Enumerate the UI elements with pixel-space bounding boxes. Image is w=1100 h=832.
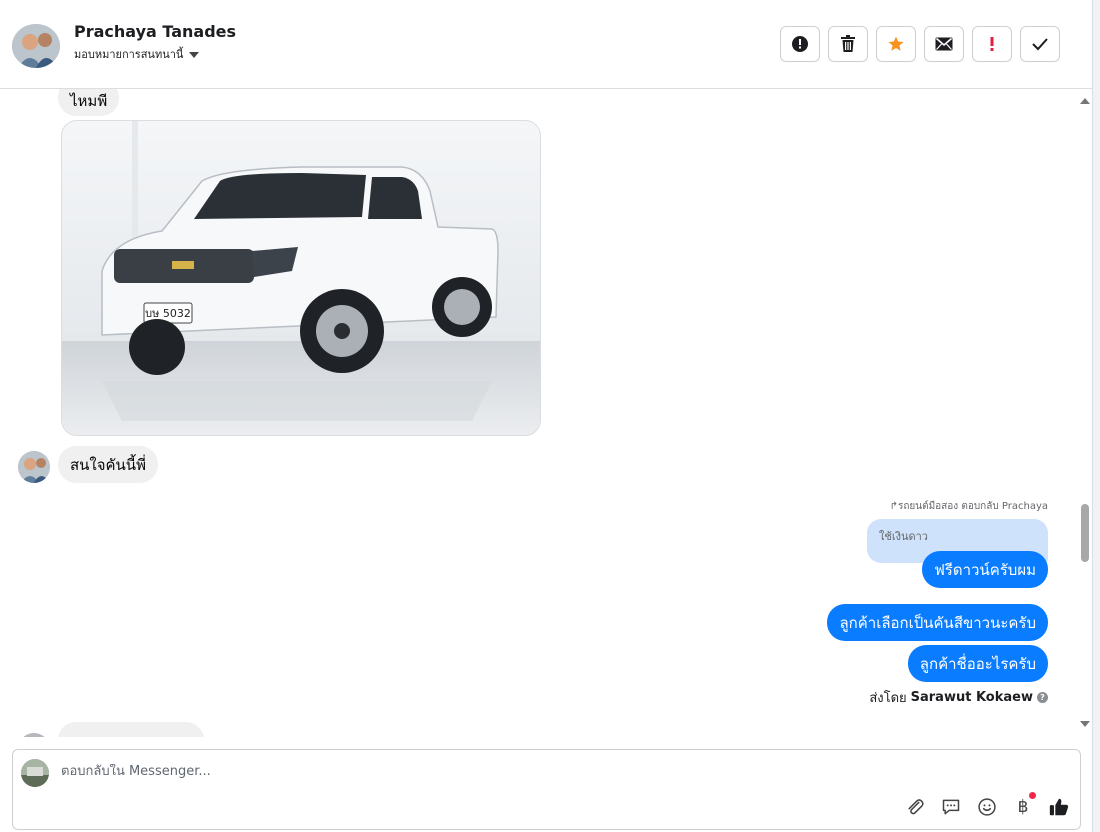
reply-composer: ฿ [12, 749, 1081, 830]
sent-by-label: ส่งโดย Sarawut Kokaew ? [869, 687, 1048, 708]
reply-context-label: รถยนต์มือสอง ตอบกลับ Prachaya [897, 501, 1048, 512]
incoming-message: สนใจคันนี้พี่ [58, 446, 158, 483]
mark-done-button[interactable] [1020, 26, 1060, 62]
scroll-up-arrow-icon[interactable] [1080, 98, 1090, 104]
thumbs-up-icon [1049, 798, 1069, 816]
scroll-down-arrow-icon[interactable] [1080, 721, 1090, 727]
delete-button[interactable] [828, 26, 868, 62]
inbox-conversation: Prachaya Tanades มอบหมายการสนทนานี้ ไหมพ… [0, 0, 1100, 832]
contact-avatar[interactable] [12, 24, 60, 68]
sender-name[interactable]: Sarawut Kokaew [911, 690, 1033, 705]
star-button[interactable] [876, 26, 916, 62]
speech-bubble-icon [942, 799, 960, 815]
message-thread[interactable]: ไหมพี บษ 5032 สนใจคันนี้พี่ ↱รถยนต์มือสอ… [0, 89, 1092, 737]
reply-context: ↱รถยนต์มือสอง ตอบกลับ Prachaya [890, 499, 1048, 514]
assign-conversation-dropdown[interactable]: มอบหมายการสนทนานี้ [74, 45, 200, 63]
header-actions [780, 26, 1060, 62]
follow-up-button[interactable] [972, 26, 1012, 62]
report-spam-button[interactable] [780, 26, 820, 62]
emoji-button[interactable] [976, 796, 998, 818]
notification-dot [1029, 792, 1036, 799]
assign-label: มอบหมายการสนทนานี้ [74, 48, 184, 61]
saved-replies-button[interactable] [940, 796, 962, 818]
question-icon[interactable]: ? [1037, 692, 1048, 703]
incoming-message: ไหมพี [58, 89, 120, 116]
page-avatar [21, 759, 49, 787]
attach-button[interactable] [904, 796, 926, 818]
conversation-header: Prachaya Tanades มอบหมายการสนทนานี้ [0, 0, 1092, 89]
reply-arrow-icon: ↱ [889, 501, 898, 512]
contact-name[interactable]: Prachaya Tanades [74, 22, 236, 41]
paperclip-icon [908, 799, 924, 815]
baht-icon: ฿ [1017, 797, 1029, 817]
exclamation-icon [990, 37, 994, 51]
like-button[interactable] [1048, 796, 1070, 818]
scrollbar-thumb[interactable] [1081, 504, 1089, 562]
trash-icon [841, 35, 855, 52]
check-icon [1032, 38, 1048, 51]
car-photo[interactable]: บษ 5032 [61, 120, 541, 436]
incoming-message-partial [58, 722, 204, 737]
chevron-down-icon [189, 52, 200, 58]
contact-avatar-small[interactable] [18, 451, 50, 483]
envelope-icon [935, 37, 953, 51]
right-panel-edge [1092, 0, 1100, 832]
outgoing-message: ลูกค้าเลือกเป็นคันสีขาวนะครับ [827, 604, 1048, 641]
outgoing-message: ฟรีดาวน์ครับผม [922, 551, 1048, 588]
contact-avatar-small[interactable] [18, 733, 50, 737]
outgoing-message: ลูกค้าชื่ออะไรครับ [907, 645, 1048, 682]
message-scrollbar[interactable] [1076, 89, 1092, 737]
sent-by-prefix: ส่งโดย [869, 691, 907, 706]
alert-icon [792, 36, 808, 52]
reply-input[interactable] [61, 764, 861, 779]
smiley-icon [978, 798, 996, 816]
composer-tools: ฿ [904, 792, 1070, 818]
star-icon [888, 36, 904, 51]
license-plate-text: บษ 5032 [145, 307, 191, 320]
payment-button[interactable]: ฿ [1012, 792, 1036, 818]
mark-unread-button[interactable] [924, 26, 964, 62]
